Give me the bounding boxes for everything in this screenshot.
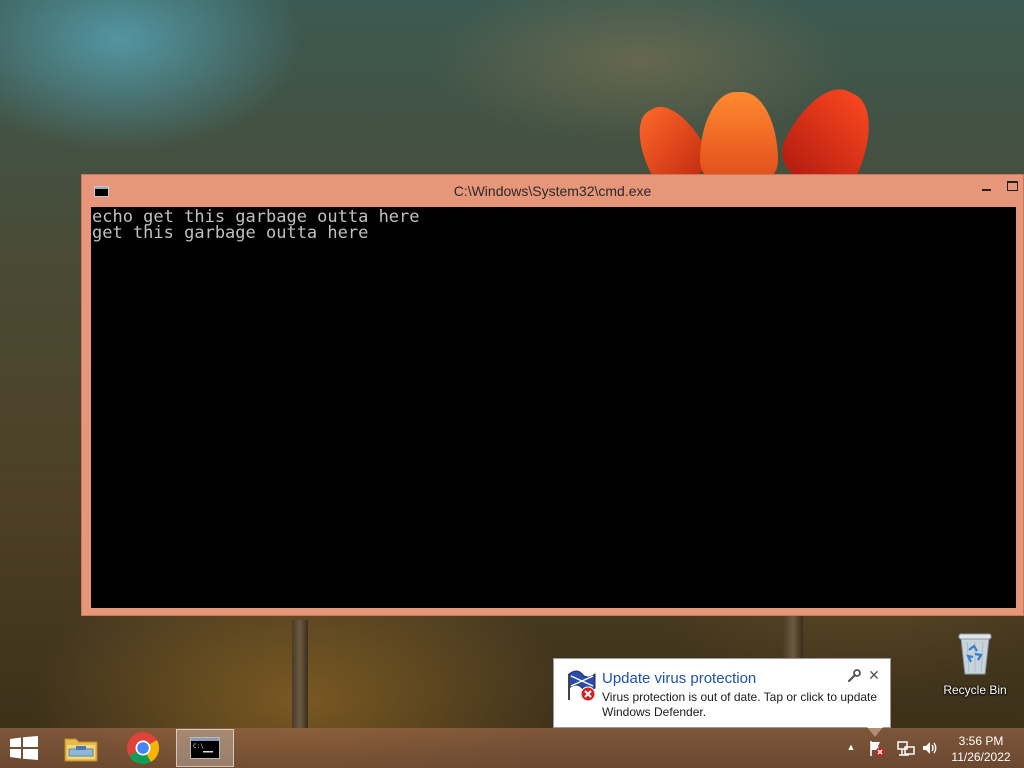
recycle-bin[interactable]: Recycle Bin xyxy=(937,628,1013,700)
show-hidden-icons-arrow[interactable]: ▲ xyxy=(845,741,857,753)
folder-icon xyxy=(64,738,98,762)
windows-logo-icon xyxy=(10,736,38,760)
console-output[interactable]: echo get this garbage outta here get thi… xyxy=(91,207,1016,608)
start-button[interactable] xyxy=(0,728,48,768)
minimize-button[interactable] xyxy=(973,177,999,199)
window-titlebar[interactable]: C:\Windows\System32\cmd.exe xyxy=(82,175,1023,207)
clock-date: 11/26/2022 xyxy=(951,750,1011,764)
console-line: get this garbage outta here xyxy=(92,223,369,243)
action-center-flag-icon[interactable] xyxy=(868,739,886,757)
defender-icon xyxy=(568,670,596,702)
recycle-bin-label: Recycle Bin xyxy=(943,683,1007,697)
wrench-icon[interactable] xyxy=(847,669,861,683)
file-explorer-button[interactable] xyxy=(56,728,106,768)
chrome-button[interactable] xyxy=(118,728,168,768)
cmd-icon: C:\ xyxy=(190,737,220,759)
recycle-bin-icon xyxy=(958,633,992,675)
chrome-icon xyxy=(127,732,160,765)
flower-petal xyxy=(700,92,778,187)
network-icon[interactable] xyxy=(897,739,915,757)
maximize-button[interactable] xyxy=(999,177,1024,199)
notification-body[interactable]: Virus protection is out of date. Tap or … xyxy=(602,690,884,720)
flower-stem xyxy=(292,620,308,728)
notification-toast[interactable]: Update virus protection Virus protection… xyxy=(553,658,891,728)
flower-stem xyxy=(783,616,803,658)
notification-title: Update virus protection xyxy=(602,670,757,687)
close-icon[interactable]: ✕ xyxy=(867,667,881,683)
cmd-taskbar-button[interactable]: C:\ xyxy=(176,729,234,767)
taskbar-clock[interactable]: 3:56 PM 11/26/2022 xyxy=(944,733,1018,765)
cmd-window[interactable]: C:\Windows\System32\cmd.exe echo get thi… xyxy=(81,174,1024,616)
window-title: C:\Windows\System32\cmd.exe xyxy=(453,183,652,199)
svg-text:C:\: C:\ xyxy=(193,743,204,750)
clock-time: 3:56 PM xyxy=(958,734,1004,748)
volume-icon[interactable] xyxy=(921,739,939,757)
